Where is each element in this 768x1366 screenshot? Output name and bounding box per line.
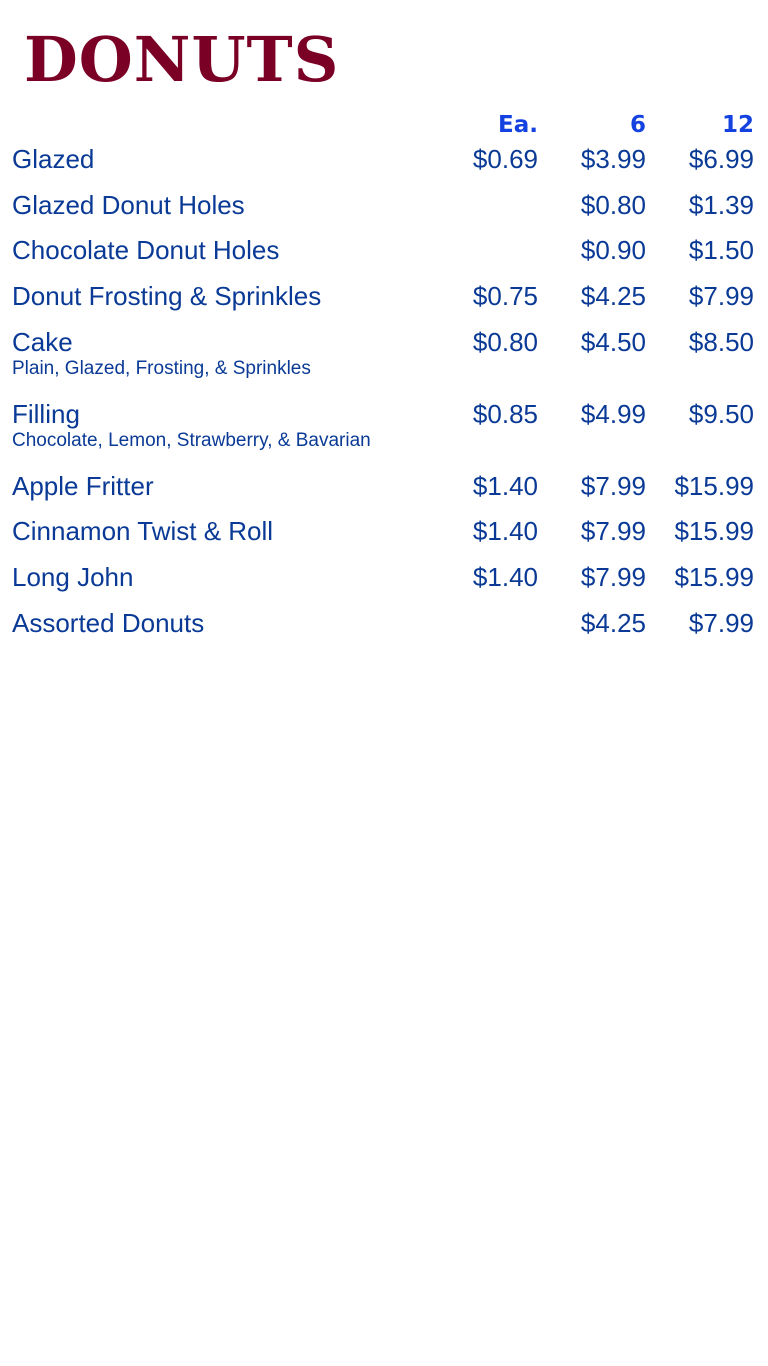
- menu-item-name: Long John: [12, 562, 134, 593]
- menu-item: Filling Chocolate, Lemon, Strawberry, & …: [0, 395, 768, 467]
- price-twelve: $15.99: [674, 516, 754, 547]
- price-each: $1.40: [472, 562, 538, 593]
- price-each: $0.75: [472, 281, 538, 312]
- menu-item-name: Chocolate Donut Holes: [12, 235, 280, 266]
- menu-item-name: Cinnamon Twist & Roll: [12, 516, 274, 547]
- price-each: $1.40: [472, 470, 538, 501]
- menu-item-name: Assorted Donuts: [12, 607, 205, 638]
- menu-item: Assorted Donuts $4.25 $7.99: [0, 604, 768, 650]
- price-six: $7.99: [580, 562, 646, 593]
- price-each: $0.69: [472, 144, 538, 174]
- menu-item: Cake Plain, Glazed, Frosting, & Sprinkle…: [0, 323, 768, 395]
- column-header-twelve: 12: [721, 112, 754, 138]
- price-six: $7.99: [580, 470, 646, 501]
- price-twelve: $8.50: [688, 326, 754, 357]
- menu-item: Apple Fritter $1.40 $7.99 $15.99: [0, 467, 768, 513]
- price-each: $0.85: [472, 398, 538, 429]
- price-six: $4.99: [580, 398, 646, 429]
- price-twelve: $9.50: [688, 398, 754, 429]
- price-column-headers: Ea. 6 12: [0, 110, 768, 140]
- price-twelve: $6.99: [688, 144, 754, 174]
- menu-item: Glazed Donut Holes $0.80 $1.39: [0, 186, 768, 232]
- price-six: $3.99: [580, 144, 646, 174]
- price-twelve: $7.99: [688, 281, 754, 312]
- price-twelve: $15.99: [674, 470, 754, 501]
- price-twelve: $15.99: [674, 562, 754, 593]
- price-six: $0.80: [580, 189, 646, 220]
- donut-menu-page: DONUTS Ea. 6 12 Glazed $0.69 $3.99 $6.99…: [0, 0, 768, 1366]
- column-header-six: 6: [629, 112, 646, 138]
- price-six: $0.90: [580, 235, 646, 266]
- menu-item: Long John $1.40 $7.99 $15.99: [0, 558, 768, 604]
- price-six: $7.99: [580, 516, 646, 547]
- menu-item-name: Donut Frosting & Sprinkles: [12, 281, 322, 312]
- menu-item-name: Glazed: [12, 144, 95, 174]
- price-each: $0.80: [472, 326, 538, 357]
- menu-item: Chocolate Donut Holes $0.90 $1.50: [0, 231, 768, 277]
- menu-item-name: Cake: [12, 326, 73, 357]
- column-header-each: Ea.: [498, 112, 538, 138]
- price-six: $4.25: [580, 281, 646, 312]
- page-title: DONUTS: [24, 23, 340, 96]
- menu-list: Glazed $0.69 $3.99 $6.99 Glazed Donut Ho…: [0, 140, 768, 650]
- price-twelve: $7.99: [688, 607, 754, 638]
- menu-item: Donut Frosting & Sprinkles $0.75 $4.25 $…: [0, 277, 768, 323]
- menu-item-name: Apple Fritter: [12, 470, 154, 501]
- price-six: $4.25: [580, 607, 646, 638]
- price-each: $1.40: [472, 516, 538, 547]
- price-twelve: $1.39: [688, 189, 754, 220]
- menu-item-name: Glazed Donut Holes: [12, 189, 245, 220]
- menu-item-varieties: Chocolate, Lemon, Strawberry, & Bavarian: [12, 429, 371, 451]
- menu-item: Cinnamon Twist & Roll $1.40 $7.99 $15.99: [0, 512, 768, 558]
- price-six: $4.50: [580, 326, 646, 357]
- menu-item-name: Filling: [12, 398, 80, 429]
- menu-item: Glazed $0.69 $3.99 $6.99: [0, 140, 768, 186]
- price-twelve: $1.50: [688, 235, 754, 266]
- menu-item-varieties: Plain, Glazed, Frosting, & Sprinkles: [12, 357, 311, 379]
